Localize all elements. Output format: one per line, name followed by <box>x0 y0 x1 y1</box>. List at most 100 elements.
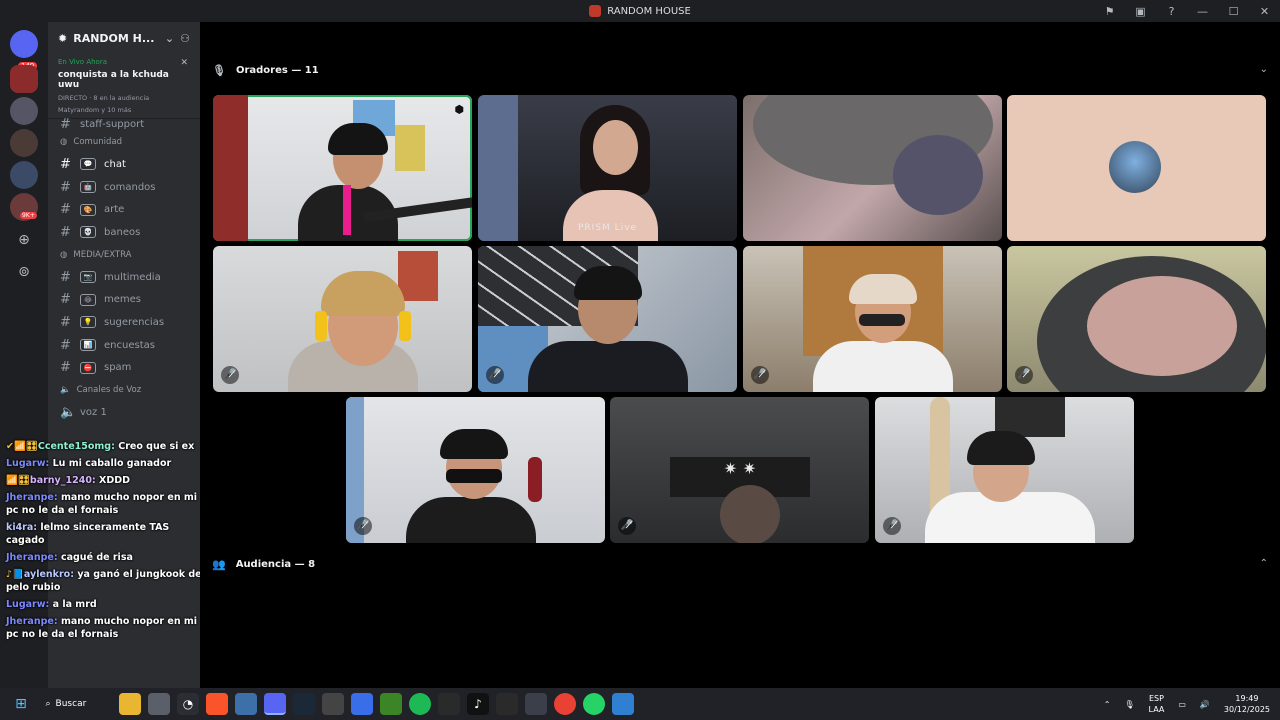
network-icon[interactable]: ▭ <box>1178 700 1186 709</box>
inbox-icon[interactable]: ⚑ <box>1094 5 1125 18</box>
app-icon[interactable] <box>235 693 257 715</box>
app-icon[interactable] <box>351 693 373 715</box>
channel-item[interactable]: # 💬 chat <box>48 153 200 176</box>
speaker-icon: 🔈 <box>60 385 71 396</box>
channel-item[interactable]: # 💡 sugerencias <box>48 311 200 334</box>
category-community[interactable]: ◍ Comunidad <box>48 131 200 153</box>
live-tag: En Vivo Ahora <box>58 58 107 66</box>
brave-icon[interactable] <box>206 693 228 715</box>
home-button[interactable] <box>10 30 38 58</box>
channel-item[interactable]: # 📊 encuestas <box>48 334 200 357</box>
discover-icon[interactable]: ⊚ <box>14 262 34 282</box>
channel-item[interactable]: # 🤖 comandos <box>48 176 200 199</box>
screen-icon[interactable]: ▣ <box>1125 5 1156 18</box>
chat-text: XDDD <box>99 475 131 486</box>
video-tile[interactable] <box>743 95 1002 241</box>
app-icon[interactable] <box>496 693 518 715</box>
chat-message: 📶🎛barny_1240: XDDD <box>0 472 212 489</box>
video-tile[interactable]: ⬢ <box>213 95 472 241</box>
taskbar-search[interactable]: ⌕ Buscar <box>46 699 106 709</box>
date: 30/12/2025 <box>1223 705 1270 714</box>
windows-start-icon[interactable]: ⊞ <box>10 693 32 715</box>
clock[interactable]: 19:49 30/12/2025 <box>1224 693 1270 715</box>
store-icon[interactable] <box>148 693 170 715</box>
app-icon[interactable] <box>438 693 460 715</box>
speaker-icon: 🔈 <box>60 405 77 421</box>
globe-icon: ◍ <box>60 249 68 260</box>
server-item[interactable] <box>10 97 38 125</box>
audience-header[interactable]: 👥 Audiencia — 8 <box>212 554 315 574</box>
video-tile[interactable]: 🎤̸ <box>1007 246 1266 392</box>
tshirt-print: ✷ ✷ <box>723 459 757 478</box>
chat-badges: 📶🎛 <box>6 475 30 486</box>
category-media[interactable]: ◍ MEDIA/EXTRA <box>48 244 200 266</box>
muted-mic-icon: 🎤̸ <box>221 366 239 384</box>
server-random-house[interactable] <box>10 65 38 93</box>
channel-item[interactable]: # ⛔ spam <box>48 357 200 380</box>
channel-emoji-icon: 💀 <box>80 226 96 239</box>
video-tile[interactable] <box>1007 95 1266 241</box>
help-icon[interactable]: ? <box>1156 5 1187 18</box>
voice-channel-1[interactable]: 🔈 voz 1 <box>48 401 200 424</box>
microphone-icon[interactable]: 🎙 <box>1124 700 1134 709</box>
channel-emoji-icon: 📷 <box>80 271 96 284</box>
minimize-button[interactable]: — <box>1187 5 1218 18</box>
search-label: Buscar <box>55 699 87 709</box>
chrome-icon[interactable] <box>554 693 576 715</box>
chevron-up-icon[interactable]: ⌃ <box>1260 558 1268 569</box>
server-name: RANDOM H... <box>73 31 155 45</box>
chat-username: Lugarw: <box>6 599 50 610</box>
server-item[interactable] <box>10 129 38 157</box>
maximize-button[interactable]: ☐ <box>1218 5 1249 18</box>
channel-item[interactable]: # 🎨 arte <box>48 198 200 221</box>
calculator-icon[interactable] <box>525 693 547 715</box>
video-tile[interactable]: ✷ ✷ 🎤̸ <box>610 397 869 543</box>
microphone-icon: 🎙 <box>212 63 226 77</box>
server-item[interactable] <box>10 161 38 189</box>
minecraft-icon[interactable] <box>380 693 402 715</box>
video-tile[interactable]: 🎤̸ <box>743 246 1002 392</box>
lang-line1: ESP <box>1148 694 1164 703</box>
channel-item[interactable]: # 📷 multimedia <box>48 266 200 289</box>
live-title: conquista a la kchuda uwu <box>58 70 169 90</box>
discord-icon[interactable] <box>264 693 286 715</box>
live-now-card[interactable]: En Vivo Ahora conquista a la kchuda uwu … <box>48 54 200 119</box>
spotify-icon[interactable] <box>409 693 431 715</box>
notepad-icon[interactable] <box>612 693 634 715</box>
chat-username: Jheranpe: <box>6 492 58 503</box>
add-server-icon[interactable]: ⊕ <box>14 230 34 250</box>
chevron-up-icon[interactable]: ⌃ <box>1104 700 1111 709</box>
close-icon[interactable]: ✕ <box>180 58 188 68</box>
channel-item[interactable]: # 💀 baneos <box>48 221 200 244</box>
file-explorer-icon[interactable] <box>119 693 141 715</box>
video-tile[interactable]: 🎤̸ <box>346 397 605 543</box>
steam-icon[interactable] <box>293 693 315 715</box>
speakers-header[interactable]: 🎙 Oradores — 11 <box>212 60 319 80</box>
video-tile[interactable]: 🎤̸ <box>478 246 737 392</box>
server-header[interactable]: ✹ RANDOM H... ⌄ ⚇ <box>48 22 200 54</box>
chat-text: Creo que si ex <box>118 441 195 452</box>
close-button[interactable]: ✕ <box>1249 5 1280 18</box>
channel-staff-support[interactable]: # staff-support <box>48 117 200 132</box>
muted-mic-icon: 🎤̸ <box>486 366 504 384</box>
add-member-icon[interactable]: ⚇ <box>180 32 190 45</box>
video-tile[interactable]: PRISM Live <box>478 95 737 241</box>
chat-message: ki4ra: lelmo sinceramente TAS cagado <box>0 519 212 549</box>
app-icon[interactable]: ◔ <box>177 693 199 715</box>
language-indicator[interactable]: ESP LAA <box>1149 693 1165 715</box>
chevron-down-icon[interactable]: ⌄ <box>1260 64 1268 75</box>
chat-message: ♪📘aylenkro: ya ganó el jungkook de pelo … <box>0 566 212 596</box>
channel-emoji-icon: 💡 <box>80 316 96 329</box>
whatsapp-icon[interactable] <box>583 693 605 715</box>
window-title-text: RANDOM HOUSE <box>607 5 691 17</box>
app-icon[interactable] <box>322 693 344 715</box>
hash-icon: # <box>60 224 71 240</box>
category-voice[interactable]: 🔈 Canales de Voz <box>48 379 200 401</box>
channel-item[interactable]: # 😂 memes <box>48 288 200 311</box>
video-tile[interactable]: 🎤̸ <box>875 397 1134 543</box>
tiktok-icon[interactable]: ♪ <box>467 693 489 715</box>
volume-icon[interactable]: 🔊 <box>1200 700 1210 709</box>
channel-label: chat <box>104 158 126 170</box>
title-bar: RANDOM HOUSE ⚑ ▣ ? — ☐ ✕ <box>0 0 1280 22</box>
video-tile[interactable]: 🎤̸ <box>213 246 472 392</box>
